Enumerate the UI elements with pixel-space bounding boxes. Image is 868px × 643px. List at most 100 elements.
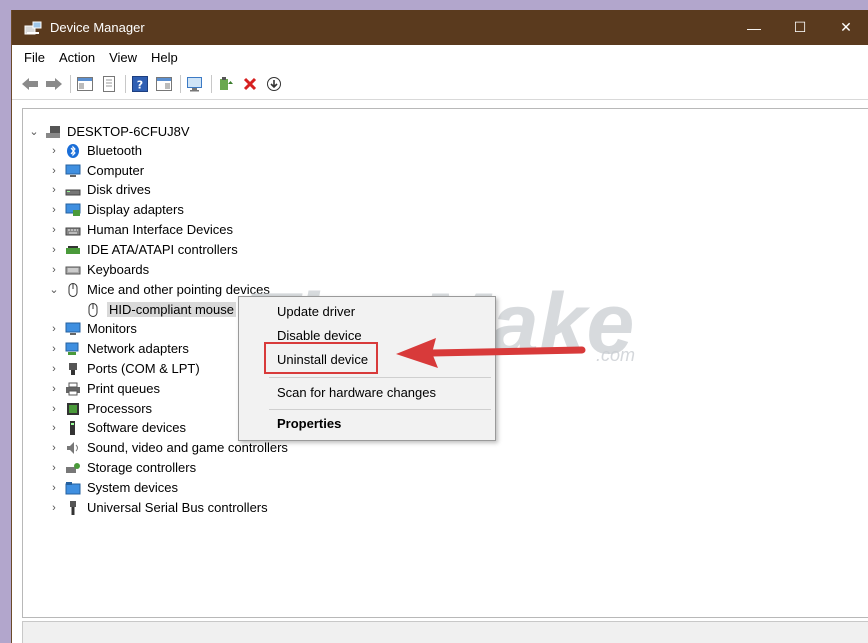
port-connector-icon: [65, 362, 81, 376]
chevron-right-icon[interactable]: ›: [47, 165, 61, 177]
tree-item-label: Human Interface Devices: [87, 222, 233, 237]
chevron-right-icon[interactable]: ›: [47, 502, 61, 514]
tree-item-label: Computer: [87, 163, 145, 178]
tree-item-usb-controllers[interactable]: › Universal Serial Bus controllers: [47, 498, 268, 517]
tree-item-label: Software devices: [87, 420, 186, 435]
chevron-right-icon[interactable]: ›: [47, 244, 61, 256]
computer-monitor-icon: [65, 164, 81, 178]
tree-item-ports[interactable]: › Ports (COM & LPT): [47, 359, 200, 378]
scan-monitor-icon[interactable]: [185, 74, 205, 94]
toolbar-separator: [125, 75, 126, 93]
storage-controller-icon: [65, 461, 81, 475]
chevron-right-icon[interactable]: ›: [47, 204, 61, 216]
tree-item-label: Bluetooth: [87, 143, 142, 158]
title-bar: Device Manager — ☐ ✕: [12, 10, 868, 45]
chevron-right-icon[interactable]: ›: [47, 323, 61, 335]
toolbar: ?: [12, 69, 868, 100]
display-adapter-icon: [65, 203, 81, 217]
chevron-right-icon[interactable]: ›: [47, 224, 61, 236]
menu-bar: File Action View Help: [12, 45, 868, 69]
tree-item-mice[interactable]: ⌄ Mice and other pointing devices: [47, 280, 269, 299]
update-driver-icon[interactable]: [216, 74, 236, 94]
tree-item-label: Universal Serial Bus controllers: [87, 500, 268, 515]
chevron-down-icon[interactable]: ⌄: [27, 125, 41, 138]
back-arrow-icon[interactable]: [20, 74, 40, 94]
tree-item-label: HID-compliant mouse: [107, 302, 236, 317]
tree-item-label: Disk drives: [87, 182, 151, 197]
tree-item-keyboards[interactable]: › Keyboards: [47, 260, 149, 279]
context-scan-hardware[interactable]: Scan for hardware changes: [277, 385, 436, 400]
help-icon[interactable]: ?: [130, 74, 150, 94]
chevron-right-icon[interactable]: ›: [47, 442, 61, 454]
svg-text:?: ?: [137, 79, 143, 92]
menu-action[interactable]: Action: [52, 50, 102, 65]
mouse-icon: [65, 282, 81, 297]
uninstall-red-x-icon[interactable]: [240, 74, 260, 94]
context-separator: [269, 409, 491, 410]
tree-item-label: System devices: [87, 480, 179, 495]
show-hide-console-tree-icon[interactable]: [75, 74, 95, 94]
software-device-icon: [65, 420, 81, 435]
tree-item-computer[interactable]: › Computer: [47, 161, 144, 180]
enable-device-down-arrow-icon[interactable]: [264, 74, 284, 94]
chevron-right-icon[interactable]: ›: [47, 482, 61, 494]
mouse-icon: [85, 302, 101, 317]
tree-item-label: Processors: [87, 401, 153, 416]
tree-item-storage-controllers[interactable]: › Storage controllers: [47, 458, 196, 477]
uninstall-highlight-box: [264, 342, 378, 374]
minimize-button[interactable]: —: [731, 10, 777, 45]
chevron-right-icon[interactable]: ›: [47, 184, 61, 196]
tree-item-label: Monitors: [87, 321, 137, 336]
context-disable-device[interactable]: Disable device: [277, 328, 362, 343]
tree-item-ide-ata-atapi[interactable]: › IDE ATA/ATAPI controllers: [47, 240, 238, 259]
chevron-right-icon[interactable]: ›: [47, 145, 61, 157]
chevron-right-icon[interactable]: ›: [47, 383, 61, 395]
tree-root[interactable]: ⌄ DESKTOP-6CFUJ8V: [27, 122, 189, 141]
tree-item-display-adapters[interactable]: › Display adapters: [47, 200, 184, 219]
chevron-right-icon[interactable]: ›: [47, 363, 61, 375]
chevron-right-icon[interactable]: ›: [47, 462, 61, 474]
tree-item-processors[interactable]: › Processors: [47, 399, 152, 418]
context-update-driver[interactable]: Update driver: [277, 304, 355, 319]
tree-item-disk-drives[interactable]: › Disk drives: [47, 180, 151, 199]
tree-item-label: Keyboards: [87, 262, 150, 277]
usb-plug-icon: [65, 500, 81, 515]
action-pane-icon[interactable]: [154, 74, 174, 94]
tree-item-bluetooth[interactable]: › Bluetooth: [47, 141, 142, 160]
tree-item-label: IDE ATA/ATAPI controllers: [87, 242, 238, 257]
tree-item-system-devices[interactable]: › System devices: [47, 478, 178, 497]
device-manager-icon: [24, 20, 42, 36]
toolbar-separator: [211, 75, 212, 93]
bluetooth-icon: [65, 143, 81, 158]
tree-item-label: Ports (COM & LPT): [87, 361, 200, 376]
tree-item-human-interface-devices[interactable]: › Human Interface Devices: [47, 220, 233, 239]
tree-item-label: Print queues: [87, 381, 160, 396]
hid-keyboard-icon: [65, 223, 81, 237]
tree-item-network-adapters[interactable]: › Network adapters: [47, 339, 189, 358]
menu-file[interactable]: File: [17, 50, 52, 65]
properties-sheet-icon[interactable]: [99, 74, 119, 94]
monitor-icon: [65, 322, 81, 336]
menu-view[interactable]: View: [102, 50, 144, 65]
chevron-right-icon[interactable]: ›: [47, 403, 61, 415]
toolbar-separator: [180, 75, 181, 93]
maximize-button[interactable]: ☐: [777, 10, 823, 45]
tree-item-label: Display adapters: [87, 202, 184, 217]
tree-item-hid-compliant-mouse[interactable]: HID-compliant mouse: [85, 300, 236, 319]
window-title: Device Manager: [50, 20, 145, 35]
tree-item-print-queues[interactable]: › Print queues: [47, 379, 160, 398]
red-arrow-annotation: [396, 338, 586, 368]
printer-icon: [65, 382, 81, 396]
chevron-right-icon[interactable]: ›: [47, 422, 61, 434]
context-properties[interactable]: Properties: [277, 416, 341, 431]
tree-item-label: Sound, video and game controllers: [87, 440, 288, 455]
tree-item-monitors[interactable]: › Monitors: [47, 319, 137, 338]
chevron-down-icon[interactable]: ⌄: [47, 283, 61, 296]
ide-controller-icon: [65, 243, 81, 257]
menu-help[interactable]: Help: [144, 50, 185, 65]
chevron-right-icon[interactable]: ›: [47, 264, 61, 276]
close-button[interactable]: ✕: [823, 10, 868, 45]
chevron-right-icon[interactable]: ›: [47, 343, 61, 355]
forward-arrow-icon[interactable]: [44, 74, 64, 94]
tree-item-software-devices[interactable]: › Software devices: [47, 418, 186, 437]
